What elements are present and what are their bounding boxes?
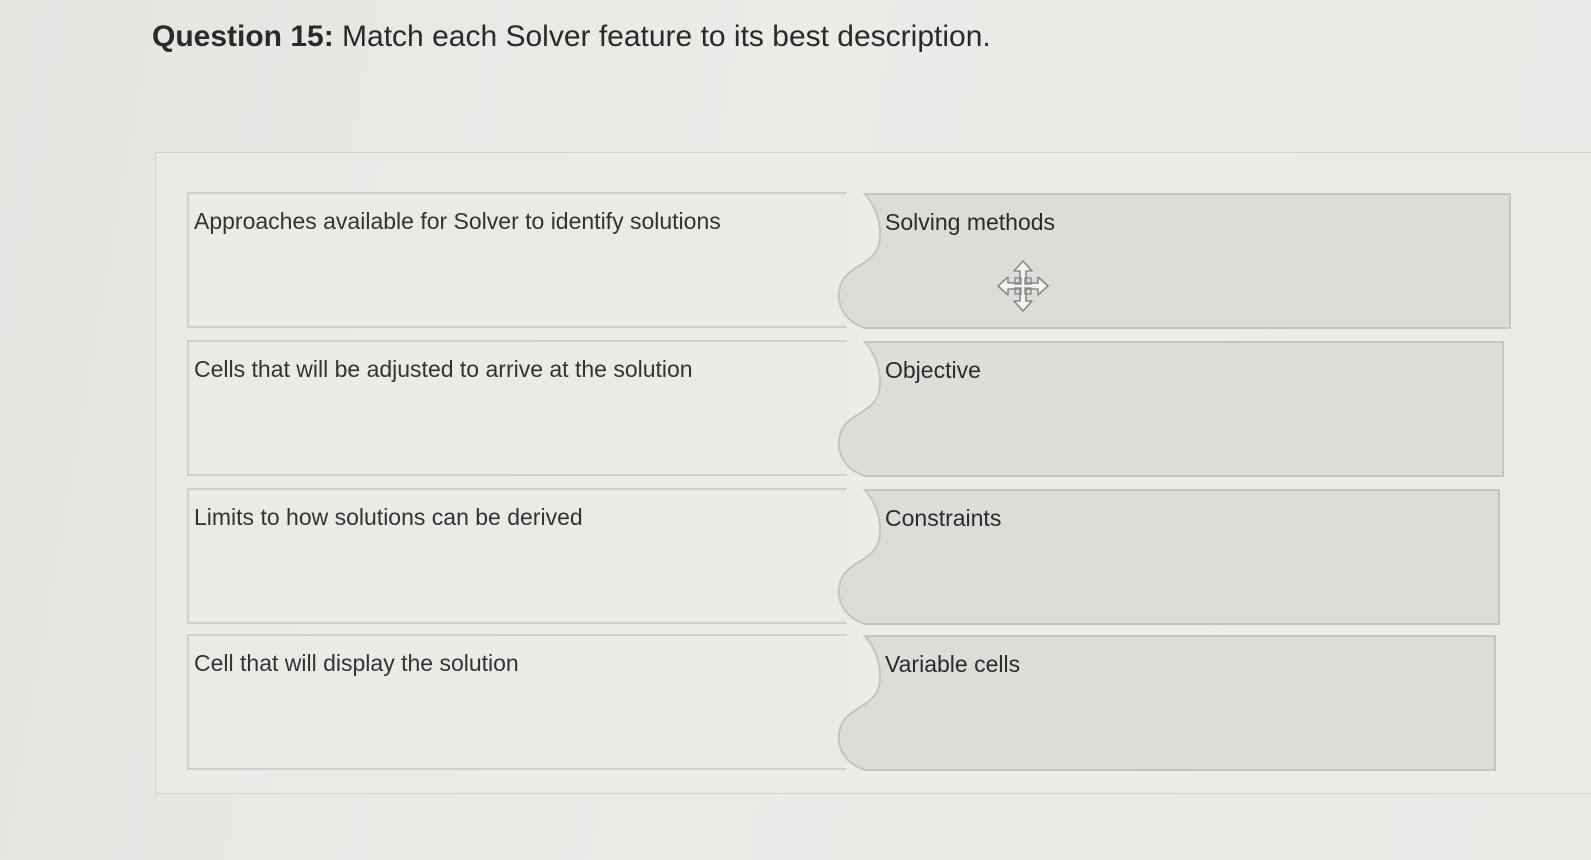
match-row-1: Approaches available for Solver to ident… [187,192,1512,330]
answer-label-2: Objective [885,357,981,383]
prompt-box-4: Cell that will display the solution [187,634,847,770]
move-cursor-icon [995,258,1051,314]
question-text: Match each Solver feature to its best de… [342,20,991,53]
answer-tile-2[interactable]: Objective [827,340,1512,477]
match-row-4: Cell that will display the solution Vari… [187,634,1512,772]
answer-tile-4[interactable]: Variable cells [827,634,1512,771]
prompt-label-4: Cell that will display the solution [194,650,519,676]
answer-label-4: Variable cells [885,651,1021,677]
prompt-box-2: Cells that will be adjusted to arrive at… [187,340,847,476]
prompt-label-1: Approaches available for Solver to ident… [194,208,721,234]
prompt-box-3: Limits to how solutions can be derived [187,488,847,624]
prompt-label-3: Limits to how solutions can be derived [194,504,583,530]
match-row-3: Limits to how solutions can be derived C… [187,488,1512,626]
prompt-label-2: Cells that will be adjusted to arrive at… [194,356,693,382]
answer-tile-3[interactable]: Constraints [827,488,1512,625]
prompt-box-1: Approaches available for Solver to ident… [187,192,847,328]
page: Question 15: Match each Solver feature t… [0,0,1591,860]
answer-label-3: Constraints [885,505,1002,531]
question-number: Question 15: [152,20,334,53]
answer-label-1: Solving methods [885,209,1056,235]
answer-tile-1[interactable]: Solving methods [827,192,1512,329]
match-row-2: Cells that will be adjusted to arrive at… [187,340,1512,478]
question-heading: Question 15: Match each Solver feature t… [152,20,991,54]
